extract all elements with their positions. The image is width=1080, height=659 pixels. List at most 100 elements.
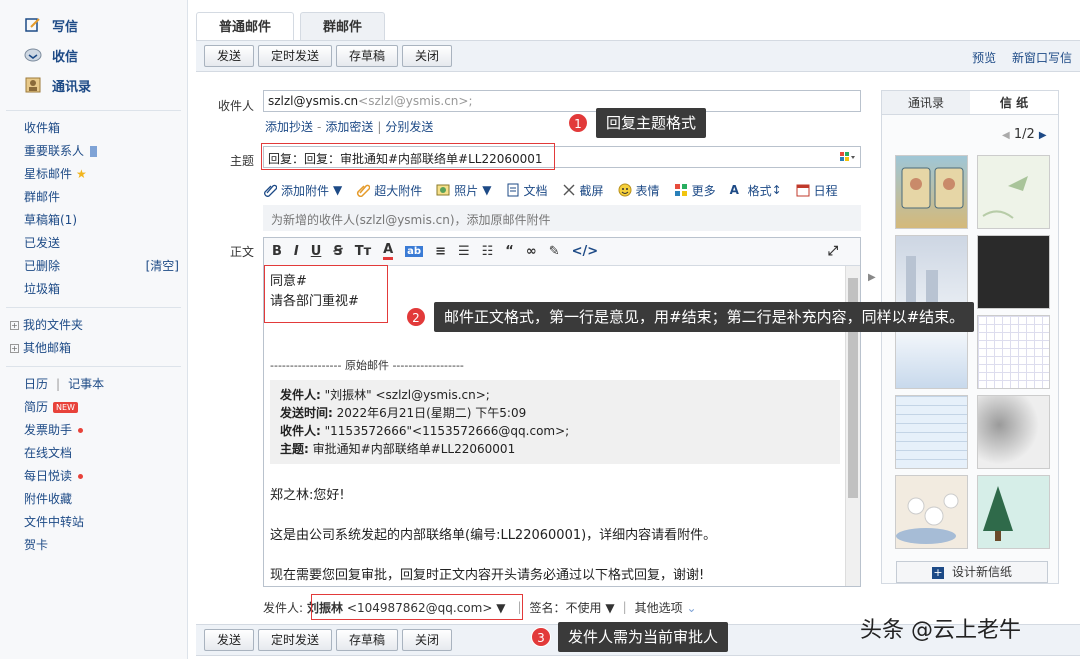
more-button[interactable]: 更多 [674, 182, 716, 199]
calendar-link[interactable]: 日历 [24, 373, 48, 396]
add-cc-link[interactable]: 添加抄送 [265, 120, 313, 134]
send-button[interactable]: 发送 [204, 45, 255, 67]
notes-link[interactable]: 记事本 [68, 373, 104, 396]
emoji-button[interactable]: 表情 [618, 182, 660, 199]
pencil-icon [24, 16, 42, 34]
tab-contacts[interactable]: 通讯录 [882, 91, 970, 114]
daily-read-link[interactable]: 每日悦读 [24, 465, 187, 488]
body-highlight [264, 265, 388, 323]
preview-link[interactable]: 预览 [972, 51, 996, 65]
resume-link[interactable]: 简历 NEW [24, 396, 187, 419]
attach-bar: 添加附件 ▼ 超大附件 照片 ▼ 文档 截屏 表情 更多 A 格式 ↕ 日程 [263, 180, 863, 200]
subject-color-icon[interactable] [840, 151, 856, 163]
stationery-thumb[interactable] [977, 315, 1050, 389]
folder-group[interactable]: 群邮件 [24, 186, 187, 209]
stationery-thumb[interactable] [895, 235, 968, 310]
underline-icon[interactable]: U [311, 244, 322, 259]
tab-group-mail[interactable]: 群邮件 [300, 12, 386, 40]
invoice-link[interactable]: 发票助手 [24, 419, 187, 442]
font-size-icon[interactable]: Tт [355, 244, 371, 259]
callout-body-format: 邮件正文格式，第一行是意见，用#结束；第二行是补充内容，同样以#结束。 [434, 302, 975, 332]
scheduled-send-button[interactable]: 定时发送 [258, 45, 333, 67]
stationery-thumb[interactable] [977, 235, 1050, 309]
compose-link[interactable]: 写信 [24, 10, 187, 40]
align-icon[interactable]: ≡ [435, 244, 446, 259]
signature-select[interactable]: 不使用 ▼ [566, 599, 615, 616]
expand-icon[interactable]: + [10, 321, 19, 330]
scissors-icon [562, 183, 576, 197]
smiley-icon [618, 183, 632, 197]
online-docs-link[interactable]: 在线文档 [24, 442, 187, 465]
folder-sent[interactable]: 已发送 [24, 232, 187, 255]
callout-number: 3 [531, 627, 551, 647]
stationery-thumb[interactable] [977, 475, 1050, 549]
stamp-icon[interactable]: ✎ [549, 244, 560, 259]
inbox-icon [24, 46, 42, 64]
send-button[interactable]: 发送 [204, 629, 255, 651]
screenshot-button[interactable]: 截屏 [562, 182, 604, 199]
scheduled-send-button[interactable]: 定时发送 [258, 629, 333, 651]
add-bcc-link[interactable]: 添加密送 [325, 120, 373, 134]
document-button[interactable]: 文档 [506, 182, 548, 199]
dropdown-arrow-icon[interactable]: ▼ [333, 183, 342, 197]
expand-icon[interactable]: + [10, 344, 19, 353]
greeting-text: 郑之林:您好! [270, 488, 345, 503]
schedule-button[interactable]: 日程 [796, 182, 838, 199]
folder-vip[interactable]: 重要联系人 [24, 140, 187, 163]
html-code-icon[interactable]: </> [572, 244, 599, 259]
inbox-link[interactable]: 收信 [24, 40, 187, 70]
numbered-list-icon[interactable]: ☷ [482, 244, 494, 259]
other-options-link[interactable]: 其他选项 ⌄ [635, 599, 697, 616]
large-attachment-button[interactable]: 超大附件 [356, 182, 422, 199]
save-draft-button[interactable]: 存草稿 [336, 45, 399, 67]
my-folders[interactable]: + 我的文件夹 [0, 314, 187, 337]
folder-deleted[interactable]: 已删除 [清空] [24, 255, 187, 278]
format-button[interactable]: A 格式 ↕ [730, 182, 782, 199]
prev-page-icon[interactable]: ◀ [1002, 130, 1010, 141]
save-draft-button[interactable]: 存草稿 [336, 629, 399, 651]
folder-starred[interactable]: 星标邮件 ★ [24, 163, 187, 186]
other-mailboxes[interactable]: + 其他邮箱 [0, 337, 187, 360]
add-attachment-button[interactable]: 添加附件 ▼ [263, 182, 342, 199]
italic-icon[interactable]: I [294, 244, 299, 259]
greeting-card-link[interactable]: 贺卡 [24, 534, 187, 557]
bullet-list-icon[interactable]: ☰ [458, 244, 470, 259]
folder-spam[interactable]: 垃圾箱 [24, 278, 187, 301]
tab-normal-mail[interactable]: 普通邮件 [196, 12, 295, 40]
background-color-icon[interactable]: ab [405, 246, 424, 257]
close-button[interactable]: 关闭 [402, 629, 453, 651]
close-button[interactable]: 关闭 [402, 45, 453, 67]
star-icon: ★ [76, 167, 87, 181]
original-mail-header: ------------------ 原始邮件 ----------------… [270, 359, 464, 372]
font-format-icon: A [729, 183, 739, 197]
folder-drafts[interactable]: 草稿箱(1) [24, 209, 187, 232]
design-stationery-button[interactable]: + 设计新信纸 [896, 561, 1048, 583]
panel-toggle-icon[interactable]: ▶ [868, 272, 876, 283]
bold-icon[interactable]: B [272, 244, 282, 259]
stationery-thumb[interactable] [895, 155, 968, 229]
font-color-icon[interactable]: A [383, 243, 394, 260]
clear-deleted-link[interactable]: [清空] [146, 255, 179, 278]
to-input[interactable]: szlzl@ysmis.cn<szlzl@ysmis.cn>; [263, 90, 861, 112]
contacts-link[interactable]: 通讯录 [24, 70, 187, 100]
folder-inbox[interactable]: 收件箱 [24, 117, 187, 140]
link-icon[interactable]: ∞ [526, 244, 537, 259]
fullscreen-icon[interactable]: ⤢ [828, 244, 838, 259]
sidebar: 写信 收信 通讯录 收件箱 重要联系人 星标邮件 ★ 群邮件 草稿箱(1) 已发送… [0, 0, 188, 659]
stationery-thumb[interactable] [895, 475, 968, 549]
photo-button[interactable]: 照片 ▼ [436, 182, 492, 199]
stationery-thumb[interactable] [895, 395, 968, 469]
stationery-thumb[interactable] [977, 155, 1050, 229]
new-window-link[interactable]: 新窗口写信 [1012, 51, 1072, 65]
clear-format-icon[interactable]: Ꞩ [333, 244, 342, 259]
attachments-link[interactable]: 附件收藏 [24, 488, 187, 511]
tab-stationery[interactable]: 信 纸 [970, 91, 1058, 114]
file-transfer-link[interactable]: 文件中转站 [24, 511, 187, 534]
next-page-icon[interactable]: ▶ [1039, 130, 1047, 141]
dropdown-arrow-icon[interactable]: ▼ [482, 183, 491, 197]
grid-icon [674, 183, 688, 197]
quote-icon[interactable]: “ [505, 244, 514, 259]
separate-send-link[interactable]: 分别发送 [385, 120, 433, 134]
attachment-hint[interactable]: 为新增的收件人(szlzl@ysmis.cn)，添加原邮件附件 [263, 205, 861, 231]
stationery-thumb[interactable] [977, 395, 1050, 469]
